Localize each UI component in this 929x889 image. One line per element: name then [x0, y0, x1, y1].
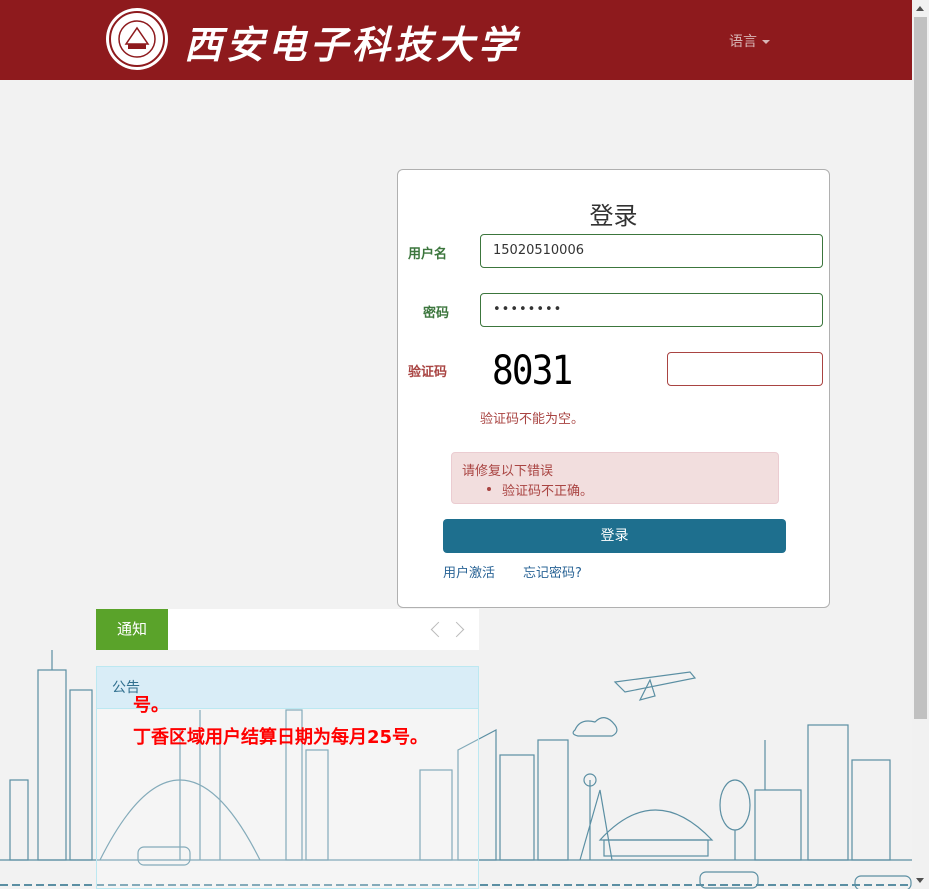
- language-label: 语言: [729, 34, 757, 50]
- login-panel: 登录 用户名 15020510006 密码 •••••••• 验证码 8031 …: [397, 169, 830, 608]
- username-input[interactable]: 15020510006: [480, 234, 823, 268]
- captcha-input[interactable]: [667, 352, 823, 386]
- error-heading: 请修复以下错误: [462, 464, 554, 479]
- scrollbar-thumb[interactable]: [914, 17, 927, 719]
- announcement-partial-line: 号。: [133, 695, 169, 716]
- login-title: 登录: [589, 202, 638, 230]
- username-label: 用户名: [408, 247, 448, 262]
- announcement-body: 号。 丁香区域用户结算日期为每月25号。: [133, 695, 433, 749]
- notice-bar: 通知: [96, 609, 479, 650]
- scroll-up-button[interactable]: [912, 0, 929, 17]
- chevron-right-icon[interactable]: [448, 621, 465, 638]
- top-navbar: 西安电子科技大学 语言: [0, 0, 912, 80]
- captcha-label: 验证码: [408, 365, 448, 380]
- error-item-text: 验证码不正确。: [502, 484, 594, 499]
- password-label: 密码: [423, 306, 450, 321]
- announcement-text: 丁香区域用户结算日期为每月25号。: [133, 727, 429, 748]
- caret-down-icon: [762, 40, 770, 44]
- university-name: 西安电子科技大学: [184, 22, 521, 67]
- scroll-down-button[interactable]: [912, 872, 929, 889]
- error-item: 验证码不正确。: [487, 480, 594, 499]
- password-input[interactable]: ••••••••: [480, 293, 823, 327]
- captcha-help-text: 验证码不能为空。: [480, 412, 585, 427]
- university-logo: [106, 8, 168, 70]
- arrow-down-icon: [916, 878, 924, 883]
- error-alert: 请修复以下错误 验证码不正确。: [451, 452, 779, 504]
- chevron-left-icon[interactable]: [430, 621, 447, 638]
- login-button[interactable]: 登录: [443, 519, 786, 553]
- bullet-icon: [487, 487, 491, 491]
- announcement-panel: 公告 号。 丁香区域用户结算日期为每月25号。: [96, 666, 479, 889]
- forgot-password-link[interactable]: 忘记密码?: [523, 562, 582, 581]
- activate-user-link[interactable]: 用户激活: [443, 562, 495, 581]
- vertical-scrollbar[interactable]: [912, 0, 929, 889]
- language-dropdown[interactable]: 语言: [729, 31, 770, 51]
- notice-tab[interactable]: 通知: [96, 609, 168, 650]
- captcha-image[interactable]: 8031: [492, 348, 573, 394]
- arrow-up-icon: [916, 6, 924, 11]
